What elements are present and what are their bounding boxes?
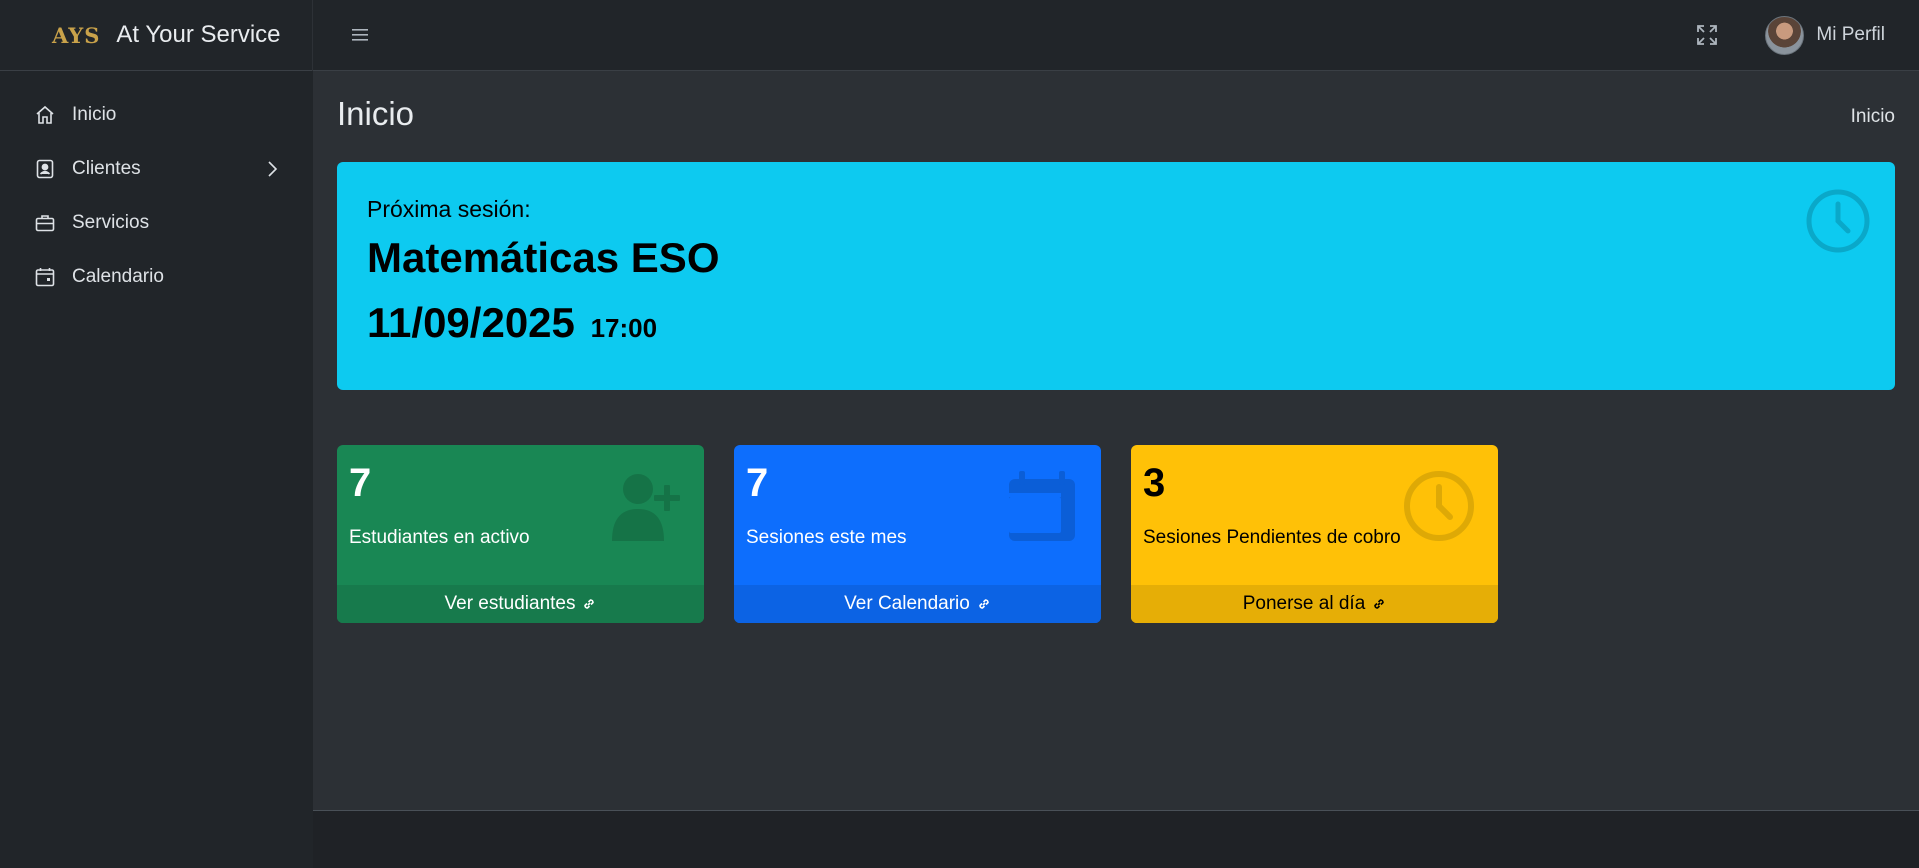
next-session-label: Próxima sesión: (367, 196, 531, 222)
calendar-icon (1009, 471, 1075, 541)
stat-card-pending-payment: 3 Sesiones Pendientes de cobro Ponerse a… (1131, 445, 1498, 623)
view-calendar-link[interactable]: Ver Calendario (734, 585, 1101, 623)
sidebar-item-servicios[interactable]: Servicios (0, 196, 313, 250)
menu-toggle-button[interactable] (348, 23, 372, 47)
sidebar-item-clientes[interactable]: Clientes (0, 142, 313, 196)
sidebar-item-label: Inicio (72, 104, 117, 125)
hamburger-icon (352, 29, 368, 41)
user-plus-icon (612, 474, 680, 541)
sidebar-item-label: Clientes (72, 158, 141, 179)
view-students-link[interactable]: Ver estudiantes (337, 585, 704, 623)
footer-link-label: Ponerse al día (1242, 593, 1366, 614)
stat-card-students: 7 Estudiantes en activo Ver estudiantes (337, 445, 704, 623)
stat-value: 3 (1143, 461, 1166, 505)
next-session-banner: Próxima sesión: Matemáticas ESO 11/09/20… (337, 162, 1895, 390)
clock-icon (1806, 189, 1870, 253)
brand[interactable]: AYS At Your Service (0, 0, 313, 71)
brand-name: At Your Service (116, 21, 281, 48)
profile-label: Mi Perfil (1816, 24, 1885, 45)
clock-icon (1404, 471, 1474, 541)
fullscreen-button[interactable] (1693, 21, 1721, 49)
next-session-date: 11/09/2025 (367, 299, 575, 346)
stat-label: Sesiones este mes (746, 527, 907, 548)
stat-value: 7 (746, 461, 769, 505)
catch-up-link[interactable]: Ponerse al día (1131, 585, 1498, 623)
sidebar-item-calendario[interactable]: Calendario (0, 250, 313, 304)
footer-link-label: Ver Calendario (844, 593, 970, 614)
top-navbar: AYS At Your Service Mi Perfil (0, 0, 1919, 71)
profile-menu[interactable]: Mi Perfil (1765, 15, 1885, 55)
link-icon (1374, 599, 1385, 609)
footer-link-label: Ver estudiantes (444, 593, 576, 614)
next-session-time: 17:00 (590, 313, 658, 343)
next-session-datetime: 11/09/2025 17:00 (367, 299, 657, 347)
next-session-title: Matemáticas ESO (367, 234, 720, 281)
brand-logo: AYS (52, 22, 101, 48)
stat-value: 7 (349, 461, 372, 505)
sidebar-item-label: Servicios (72, 212, 150, 233)
main-content: Inicio Inicio Próxima sesión: Matemática… (313, 71, 1919, 811)
page-title: Inicio (337, 95, 415, 132)
link-icon (584, 599, 595, 609)
stat-card-sessions-month: 7 Sesiones este mes Ver Calendario (734, 445, 1101, 623)
stat-label: Sesiones Pendientes de cobro (1143, 527, 1401, 548)
contact-card-icon (34, 158, 56, 180)
calendar-icon (34, 266, 56, 288)
sidebar-item-inicio[interactable]: Inicio (0, 88, 313, 142)
home-icon (34, 104, 56, 126)
link-icon (979, 599, 989, 609)
fullscreen-icon (1697, 25, 1718, 45)
sidebar: Inicio Clientes Servicios Calendario (0, 71, 313, 868)
stat-label: Estudiantes en activo (349, 527, 530, 548)
chevron-right-icon (265, 160, 279, 178)
breadcrumb[interactable]: Inicio (1851, 106, 1895, 128)
avatar (1765, 15, 1805, 55)
briefcase-icon (34, 212, 56, 234)
sidebar-item-label: Calendario (72, 266, 164, 287)
